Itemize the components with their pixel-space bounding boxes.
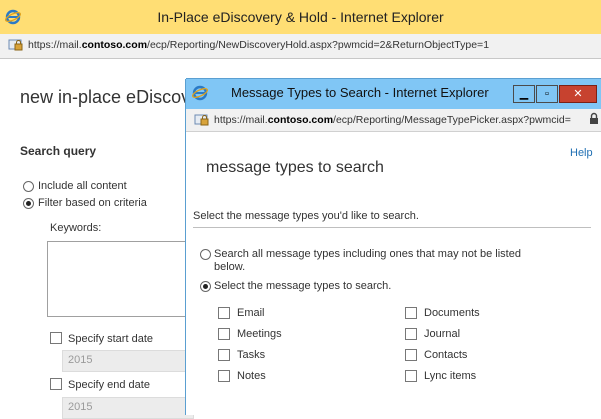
meetings-label[interactable]: Meetings — [237, 328, 282, 340]
documents-checkbox[interactable] — [405, 307, 417, 319]
meetings-checkbox[interactable] — [218, 328, 230, 340]
keywords-label: Keywords: — [50, 222, 102, 234]
start-date-label[interactable]: Specify start date — [68, 333, 153, 345]
select-types-radio[interactable] — [200, 281, 211, 292]
notes-checkbox[interactable] — [218, 370, 230, 382]
back-window-title: In-Place eDiscovery & Hold - Internet Ex… — [157, 9, 444, 25]
close-button[interactable]: ✕ — [559, 85, 597, 103]
start-date-checkbox[interactable] — [50, 332, 62, 344]
notes-label[interactable]: Notes — [237, 370, 266, 382]
contacts-label[interactable]: Contacts — [424, 349, 467, 361]
select-types-label[interactable]: Select the message types to search. — [214, 280, 391, 292]
end-date-label[interactable]: Specify end date — [68, 379, 150, 391]
lock-icon — [194, 113, 210, 127]
minimize-button[interactable]: ▁ — [513, 85, 535, 103]
include-all-radio[interactable] — [23, 181, 34, 192]
popup-title: Message Types to Search - Internet Explo… — [231, 85, 489, 100]
include-all-label[interactable]: Include all content — [38, 180, 127, 192]
search-all-types-radio[interactable] — [200, 249, 211, 260]
filter-criteria-label[interactable]: Filter based on criteria — [38, 197, 147, 209]
instruction-text: Select the message types you'd like to s… — [193, 210, 419, 222]
contacts-checkbox[interactable] — [405, 349, 417, 361]
search-all-types-label-cont[interactable]: below. — [214, 261, 245, 273]
page-title: new in-place eDiscov — [20, 87, 191, 107]
dialog-heading: message types to search — [206, 159, 384, 176]
lync-items-checkbox[interactable] — [405, 370, 417, 382]
email-label[interactable]: Email — [237, 307, 265, 319]
popup-url-text[interactable]: https://mail.contoso.com/ecp/Reporting/M… — [214, 114, 571, 126]
lock-icon — [8, 38, 24, 52]
filter-criteria-radio[interactable] — [23, 198, 34, 209]
end-year-value: 2015 — [68, 401, 93, 413]
maximize-button[interactable]: ▫ — [536, 85, 558, 103]
documents-label[interactable]: Documents — [424, 307, 480, 319]
email-checkbox[interactable] — [218, 307, 230, 319]
back-url-text[interactable]: https://mail.contoso.com/ecp/Reporting/N… — [28, 39, 489, 51]
padlock-icon — [589, 112, 599, 125]
journal-checkbox[interactable] — [405, 328, 417, 340]
keywords-textarea[interactable] — [47, 241, 189, 317]
divider — [193, 227, 591, 228]
lync-items-label[interactable]: Lync items — [424, 370, 476, 382]
end-date-checkbox[interactable] — [50, 378, 62, 390]
tasks-label[interactable]: Tasks — [237, 349, 265, 361]
ie-logo-icon — [191, 85, 209, 101]
help-link[interactable]: Help — [570, 147, 593, 159]
start-year-value: 2015 — [68, 354, 93, 366]
tasks-checkbox[interactable] — [218, 349, 230, 361]
journal-label[interactable]: Journal — [424, 328, 460, 340]
search-query-heading: Search query — [20, 144, 97, 158]
search-all-types-label[interactable]: Search all message types including ones … — [214, 248, 521, 260]
